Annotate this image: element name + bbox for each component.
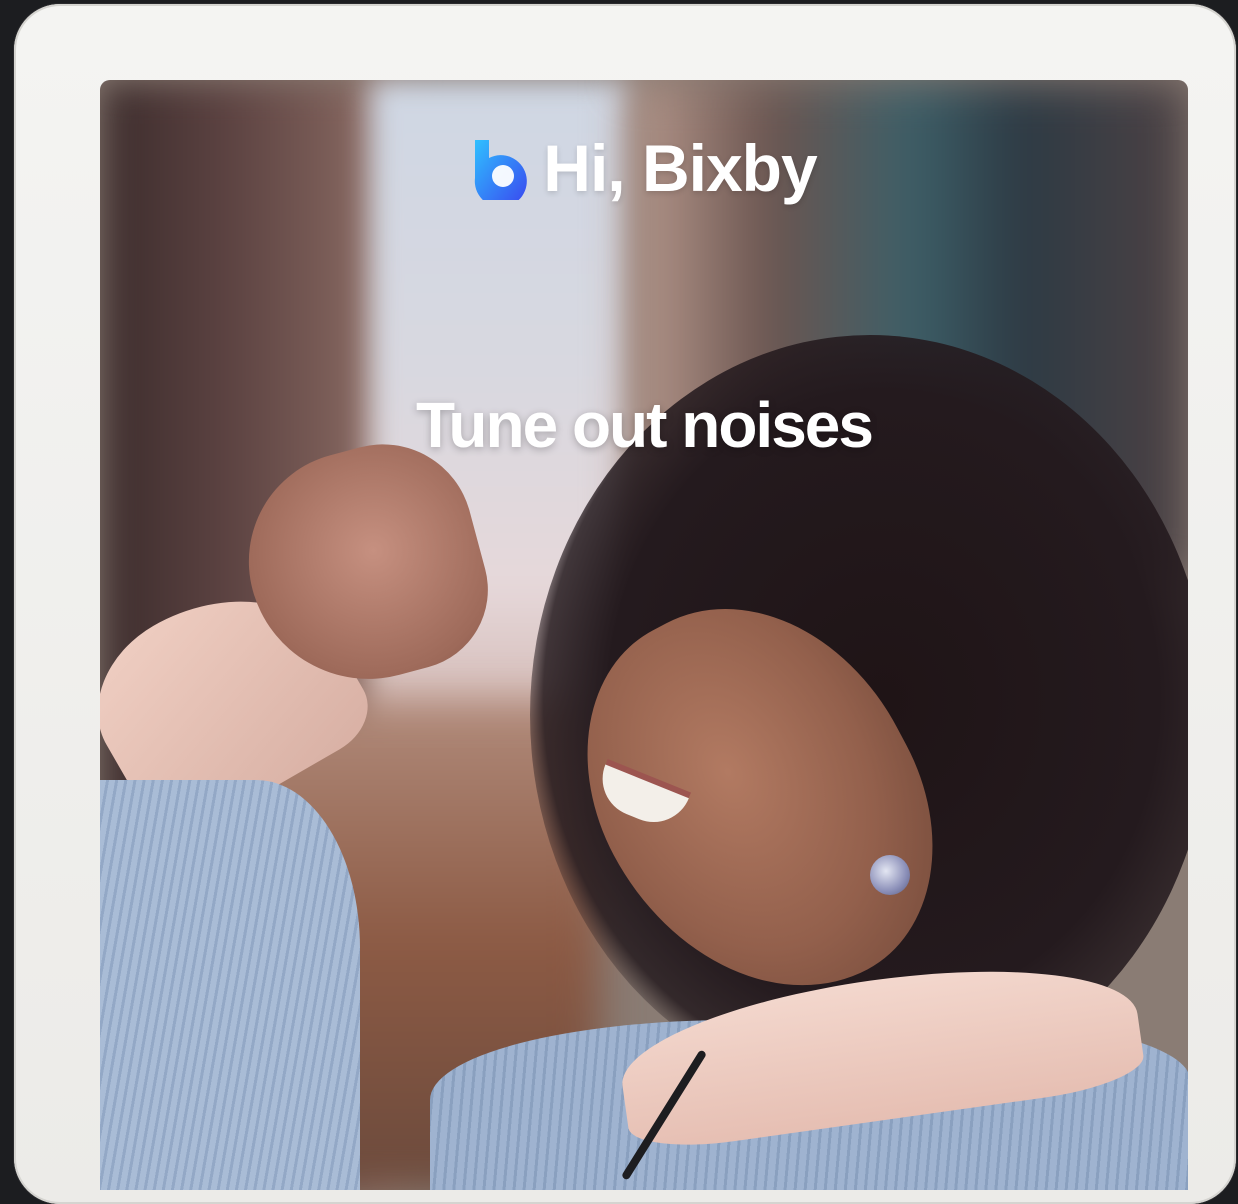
banner-tagline: Tune out noises: [416, 389, 874, 461]
brand-header: Hi, Bixby: [100, 130, 1188, 206]
tablet-device-frame: Hi, Bixby Tune out noises: [14, 4, 1236, 1204]
brand-title: Hi, Bixby: [543, 131, 817, 205]
hero-photo: [100, 80, 1188, 1190]
promo-banner[interactable]: Hi, Bixby Tune out noises: [100, 80, 1188, 1190]
person-jacket-arm: [100, 780, 360, 1190]
earbud: [870, 855, 910, 895]
bixby-logo-icon: [475, 140, 528, 200]
